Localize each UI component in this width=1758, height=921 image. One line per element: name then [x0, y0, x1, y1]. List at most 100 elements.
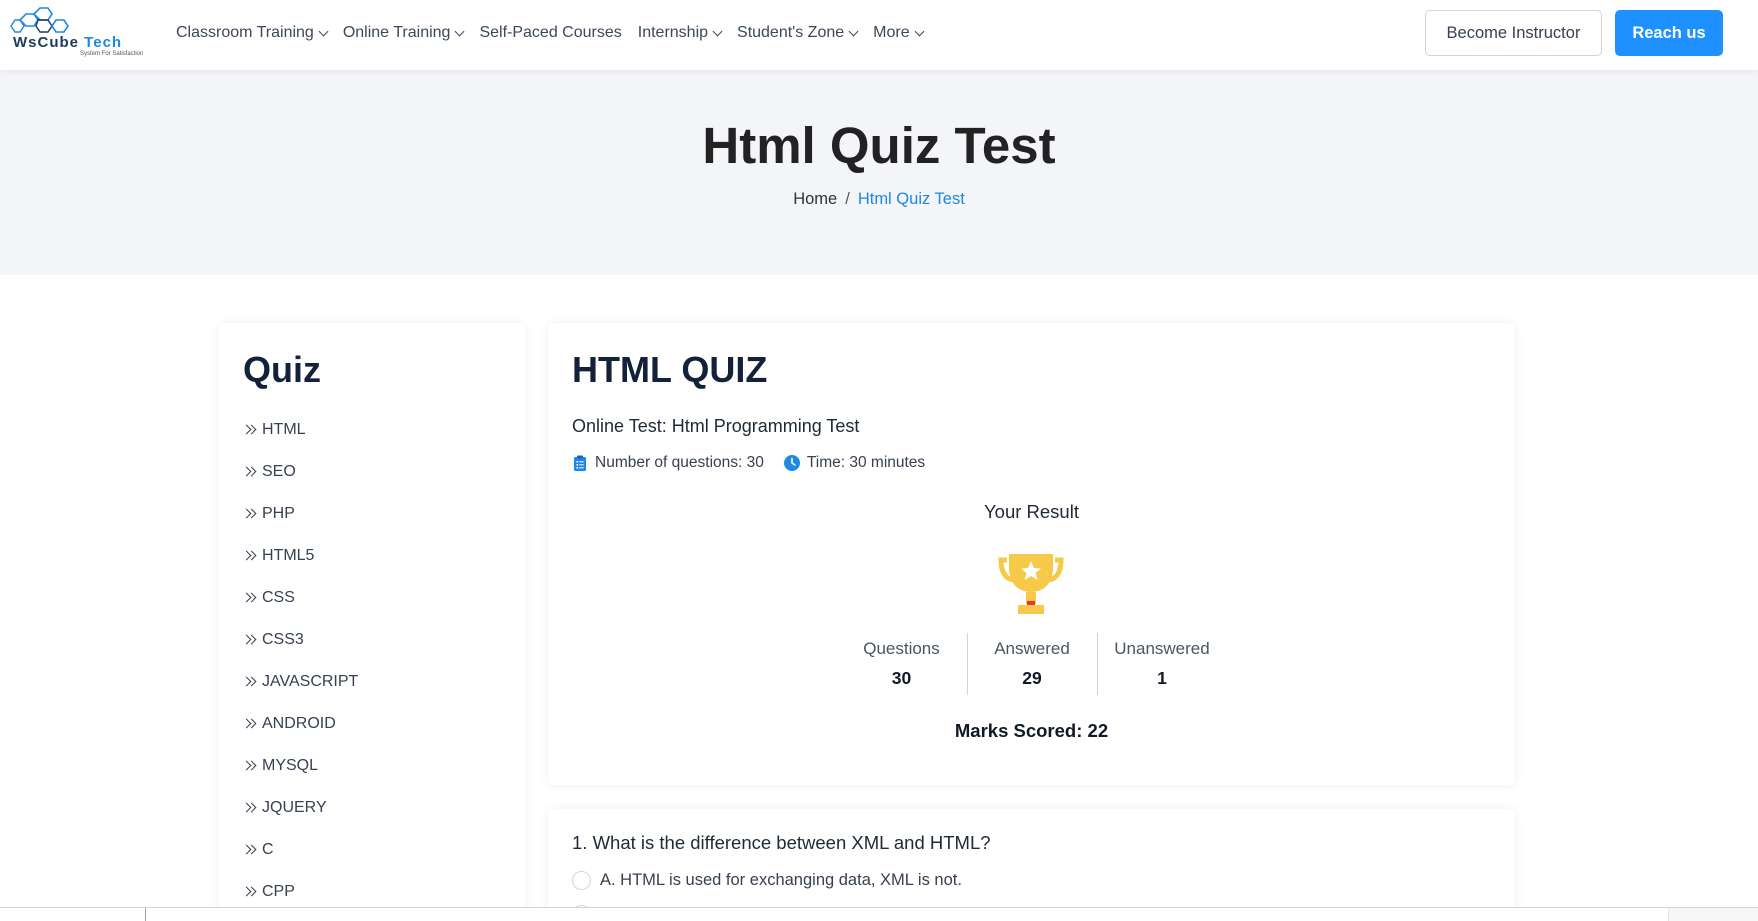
nav-label: Online Training — [342, 24, 451, 41]
quiz-title: HTML QUIZ — [572, 349, 768, 390]
breadcrumb: Home / Html Quiz Test — [0, 190, 1758, 209]
sidebar-item-c[interactable]: C — [241, 829, 358, 871]
sidebar-item-seo[interactable]: SEO — [241, 451, 358, 493]
stat-value: 30 — [891, 668, 912, 688]
marks-scored: Marks Scored: 22 — [954, 720, 1109, 741]
breadcrumb-home-link[interactable]: Home — [793, 190, 837, 208]
stat-unanswered: Unanswered 1 — [1096, 633, 1227, 695]
double-chevron-right-icon — [241, 844, 257, 856]
double-chevron-right-icon — [241, 760, 257, 772]
nav-label: Internship — [637, 24, 709, 41]
sidebar-item-label: CSS — [262, 589, 295, 606]
nav-internship[interactable]: Internship — [637, 24, 723, 42]
radio-button[interactable] — [572, 871, 591, 890]
become-instructor-button[interactable]: Become Instructor — [1425, 10, 1602, 56]
stat-questions: Questions 30 — [837, 633, 967, 695]
stat-label: Answered — [994, 639, 1070, 658]
nav-students-zone[interactable]: Student's Zone — [737, 24, 859, 42]
reach-us-button[interactable]: Reach us — [1615, 10, 1723, 56]
your-result-label: Your Result — [984, 501, 1079, 522]
double-chevron-right-icon — [241, 634, 257, 646]
result-stats: Questions 30 Answered 29 Unanswered 1 — [548, 633, 1515, 695]
nav-self-paced-courses[interactable]: Self-Paced Courses — [479, 24, 621, 42]
page-hero: Html Quiz Test Home / Html Quiz Test — [0, 70, 1758, 275]
sidebar-item-javascript[interactable]: JAVASCRIPT — [241, 661, 359, 703]
double-chevron-right-icon — [241, 508, 257, 520]
nav-more[interactable]: More — [873, 24, 925, 42]
nav-label: Self-Paced Courses — [479, 24, 622, 41]
answer-option-label: A. HTML is used for exchanging data, XML… — [600, 871, 962, 889]
sidebar-item-label: ANDROID — [262, 715, 336, 732]
quiz-subtitle: Online Test: Html Programming Test — [572, 416, 860, 436]
sidebar-item-css3[interactable]: CSS3 — [241, 619, 358, 661]
question-text: 1. What is the difference between XML an… — [572, 832, 991, 853]
sidebar-item-label: HTML — [262, 421, 306, 438]
chevron-down-icon — [712, 26, 723, 36]
double-chevron-right-icon — [241, 592, 257, 604]
breadcrumb-separator: / — [845, 190, 850, 208]
chevron-down-icon — [318, 26, 329, 36]
bottom-status-bar — [0, 907, 1758, 921]
sidebar-item-mysql[interactable]: MYSQL — [241, 745, 358, 787]
stat-answered: Answered 29 — [966, 633, 1097, 695]
quiz-meta: Number of questions: 30 Time: 30 minutes — [572, 454, 925, 472]
nav-label: Student's Zone — [737, 24, 845, 41]
clock-icon — [783, 455, 800, 471]
sidebar-item-label: CSS3 — [262, 631, 304, 648]
breadcrumb-current: Html Quiz Test — [857, 190, 965, 208]
main-nav: Classroom Training Online Training Self-… — [176, 0, 939, 66]
quiz-result-card: HTML QUIZ Online Test: Html Programming … — [548, 323, 1515, 785]
double-chevron-right-icon — [241, 676, 257, 688]
sidebar-item-html[interactable]: HTML — [241, 409, 358, 451]
double-chevron-right-icon — [241, 718, 257, 730]
sidebar-item-php[interactable]: PHP — [241, 493, 358, 535]
sidebar-title: Quiz — [243, 349, 321, 390]
sidebar-item-css[interactable]: CSS — [241, 577, 358, 619]
sidebar-item-label: CPP — [262, 883, 295, 900]
trophy-icon — [998, 554, 1064, 614]
wscube-logo[interactable]: WsCube Tech System For Satisfaction — [10, 6, 146, 60]
site-header: WsCube Tech System For Satisfaction Clas… — [0, 0, 1758, 70]
num-questions-text: Number of questions: 30 — [595, 454, 764, 471]
chevron-down-icon — [848, 26, 859, 36]
sidebar-item-label: JAVASCRIPT — [262, 673, 359, 690]
sidebar-item-label: PHP — [262, 505, 295, 522]
time-text: Time: 30 minutes — [806, 454, 926, 471]
stat-label: Questions — [863, 639, 940, 658]
sidebar-item-jquery[interactable]: JQUERY — [241, 787, 358, 829]
nav-online-training[interactable]: Online Training — [342, 24, 465, 42]
double-chevron-right-icon — [241, 802, 257, 814]
stat-value: 29 — [1022, 668, 1042, 688]
page-title: Html Quiz Test — [702, 117, 1056, 174]
nav-label: Classroom Training — [176, 24, 314, 41]
quiz-category-list: HTML SEO PHP HTML5 CSS CSS3 JAVASCRIPT A… — [241, 409, 359, 913]
chevron-down-icon — [914, 26, 925, 36]
sidebar-item-label: C — [262, 841, 274, 858]
sidebar-item-label: MYSQL — [262, 757, 319, 774]
double-chevron-right-icon — [241, 886, 257, 898]
bottom-bar-panel — [1668, 908, 1758, 921]
sidebar-item-label: HTML5 — [262, 547, 315, 564]
sidebar-item-label: JQUERY — [262, 799, 327, 816]
quiz-sidebar: Quiz HTML SEO PHP HTML5 CSS CSS3 JAVASCR… — [219, 323, 525, 921]
nav-label: More — [873, 24, 910, 41]
double-chevron-right-icon — [241, 424, 257, 436]
double-chevron-right-icon — [241, 466, 257, 478]
question-card: 1. What is the difference between XML an… — [548, 809, 1515, 921]
sidebar-item-android[interactable]: ANDROID — [241, 703, 358, 745]
sidebar-item-label: SEO — [262, 463, 296, 480]
stat-label: Unanswered — [1114, 639, 1210, 658]
logo-tagline: System For Satisfaction — [80, 51, 144, 57]
chevron-down-icon — [455, 26, 465, 36]
double-chevron-right-icon — [241, 550, 257, 562]
logo-tech-text: Tech — [84, 34, 123, 51]
sidebar-item-html5[interactable]: HTML5 — [241, 535, 358, 577]
logo-main-text: WsCube — [13, 34, 79, 51]
bottom-bar-divider — [145, 908, 146, 921]
logo-wordmark: WsCube Tech — [13, 34, 122, 51]
hexagon-logo-icon — [10, 7, 69, 33]
answer-option[interactable]: A. HTML is used for exchanging data, XML… — [572, 871, 962, 890]
nav-classroom-training[interactable]: Classroom Training — [176, 24, 329, 42]
stat-value: 1 — [1157, 668, 1167, 688]
clipboard-list-icon — [574, 455, 586, 471]
